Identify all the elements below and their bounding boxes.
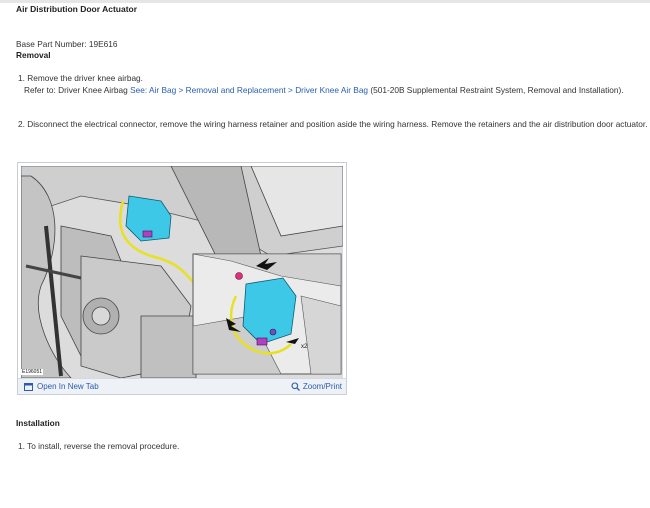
open-in-new-tab-link[interactable]: Open In New Tab [24,382,99,391]
new-tab-icon [24,382,33,391]
figure-id: E196051 [21,369,44,375]
procedure-figure: x2 E196051 Open In New Tab Zoom/Print [17,162,347,395]
removal-step-2: 2. Disconnect the electrical connector, … [18,119,648,129]
refer-suffix: (501-20B Supplemental Restraint System, … [368,85,624,95]
removal-step-1: 1. Remove the driver knee airbag. [18,73,143,83]
page-title: Air Distribution Door Actuator [16,4,138,14]
top-bar [0,0,650,3]
zoom-print-link[interactable]: Zoom/Print [291,382,342,391]
installation-heading: Installation [16,418,60,428]
illustration-svg: x2 [21,166,343,378]
open-in-new-tab-label: Open In New Tab [37,382,99,391]
actuator-illustration: x2 [21,166,343,378]
air-bag-procedure-link[interactable]: See: Air Bag > Removal and Replacement >… [130,85,368,95]
install-step-1: 1. To install, reverse the removal proce… [18,441,180,451]
refer-to-line: Refer to: Driver Knee Airbag See: Air Ba… [24,85,624,95]
removal-heading: Removal [16,50,51,60]
base-part-number: Base Part Number: 19E616 [16,39,118,49]
callout-x2: x2 [301,344,308,350]
magnifier-icon [291,382,300,391]
refer-prefix: Refer to: Driver Knee Airbag [24,85,131,95]
figure-toolbar: Open In New Tab Zoom/Print [18,378,346,394]
zoom-print-label: Zoom/Print [302,382,342,391]
